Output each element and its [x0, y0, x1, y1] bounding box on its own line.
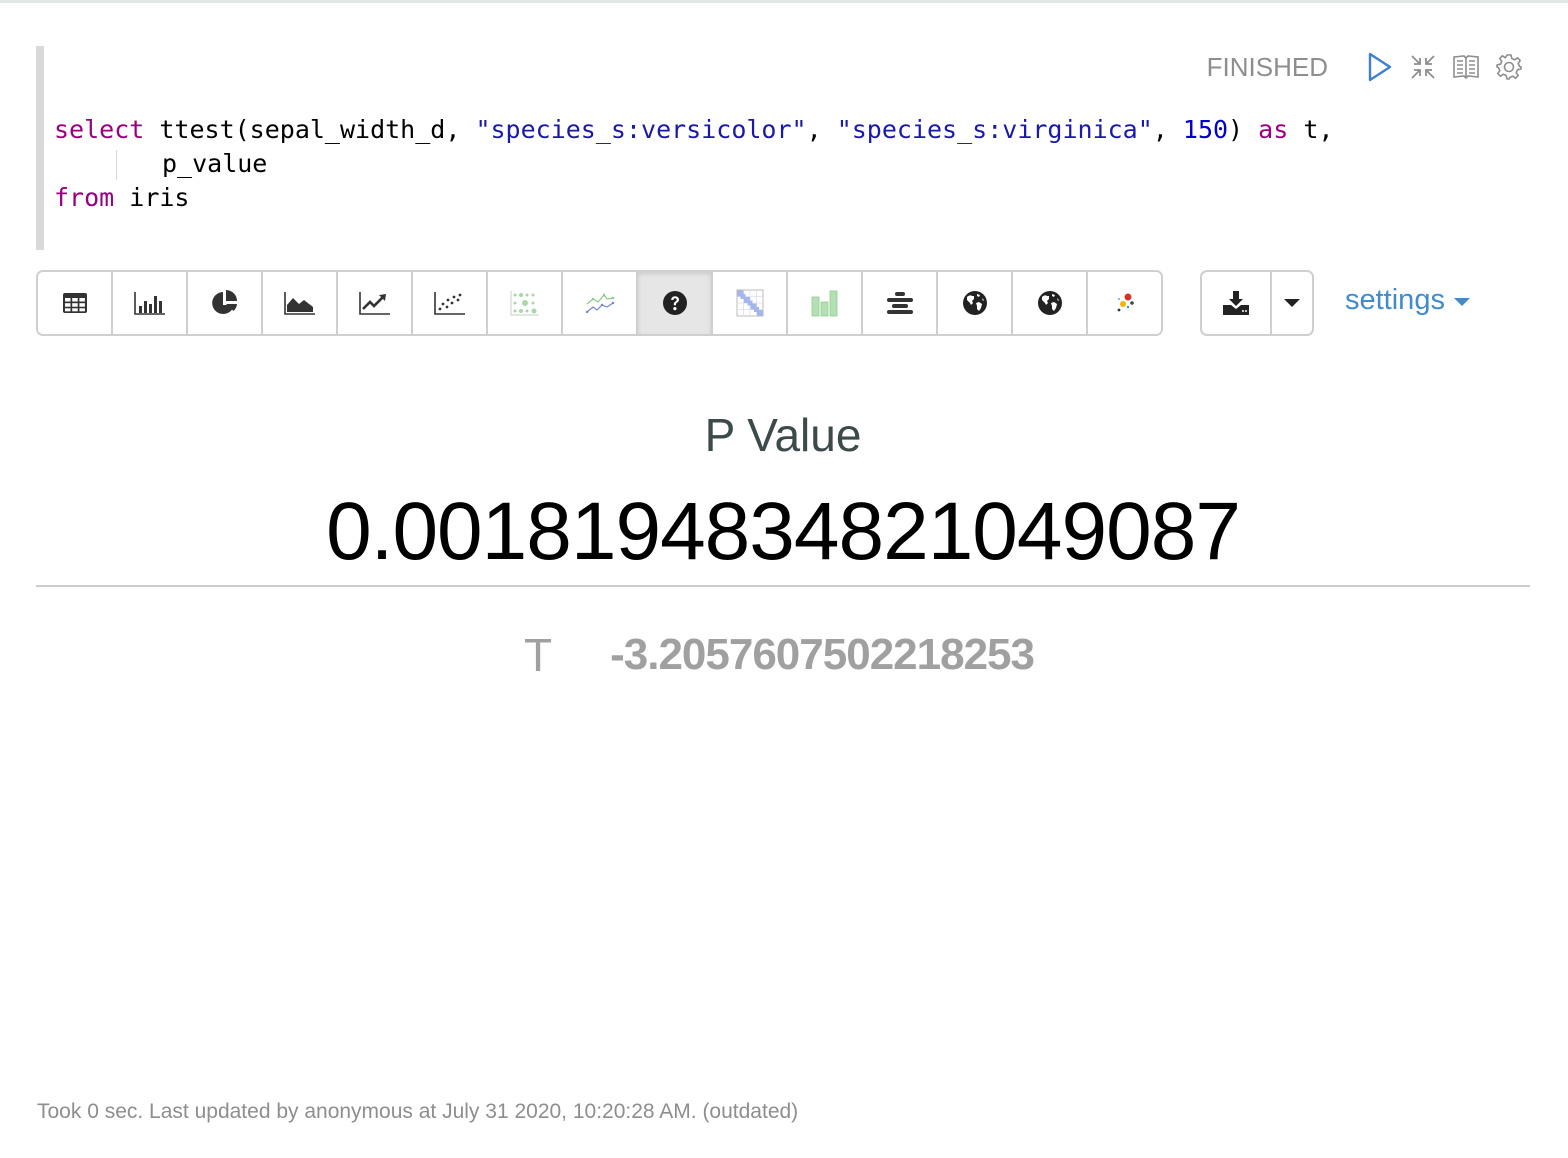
- indent-guide: [116, 150, 117, 180]
- multi-line-chart-icon: [585, 293, 614, 314]
- collapse-icon[interactable]: [1408, 52, 1438, 82]
- pie-chart-icon: [211, 290, 237, 314]
- globe-icon: [962, 291, 987, 315]
- notebook-paragraph: FINISHED select ttest(sepal_width_d, "sp…: [0, 0, 1568, 1158]
- keyword-as: as: [1258, 115, 1289, 144]
- status-label: FINISHED: [1206, 51, 1328, 82]
- viz-number-button[interactable]: [638, 272, 713, 334]
- viz-bubble-chart-button[interactable]: [488, 272, 563, 334]
- keyword-from: from: [54, 183, 115, 212]
- code-tail: t,: [1288, 115, 1334, 144]
- viz-funnel-button[interactable]: [863, 272, 938, 334]
- code-editor[interactable]: select ttest(sepal_width_d, "species_s:v…: [54, 113, 1333, 215]
- code-pvalue: p_value: [162, 149, 268, 178]
- viz-network-button[interactable]: [1088, 272, 1161, 334]
- question-circle-icon: [662, 291, 687, 315]
- visualization-toolbar: [36, 270, 1163, 336]
- download-button-group: [1200, 270, 1314, 336]
- viz-geo-heatmap-button[interactable]: [1013, 272, 1088, 334]
- scatter-chart-icon: [433, 292, 465, 315]
- primary-metric-value: 0.0018194834821049087: [326, 486, 1241, 577]
- viz-pie-chart-button[interactable]: [188, 272, 263, 334]
- table-icon: [62, 293, 87, 313]
- code-line-1: select ttest(sepal_width_d, "species_s:v…: [54, 115, 1333, 144]
- book-icon[interactable]: [1451, 52, 1481, 82]
- secondary-metric: T -3.2057607502218253: [0, 628, 1568, 682]
- secondary-metric-label: T: [524, 629, 553, 681]
- viz-multi-line-chart-button[interactable]: [563, 272, 638, 334]
- heatmap-icon: [736, 289, 763, 317]
- primary-metric-label: P Value: [704, 409, 862, 461]
- settings-dropdown[interactable]: settings: [1345, 284, 1470, 317]
- column-chart-icon: [811, 290, 837, 317]
- area-chart-icon: [283, 292, 315, 315]
- settings-label: settings: [1345, 284, 1445, 316]
- viz-column-chart-button[interactable]: [788, 272, 863, 334]
- code-func: ttest(sepal_width_d,: [144, 115, 476, 144]
- globe-icon: [1037, 291, 1062, 315]
- viz-heatmap-button[interactable]: [713, 272, 788, 334]
- secondary-metric-value: -3.2057607502218253: [610, 630, 1035, 679]
- code-table: iris: [114, 183, 190, 212]
- viz-map-button[interactable]: [938, 272, 1013, 334]
- bar-chart-icon: [133, 292, 165, 315]
- execution-footer: Took 0 sec. Last updated by anonymous at…: [37, 1100, 799, 1123]
- caret-down-icon: [1453, 297, 1470, 306]
- viz-area-chart-button[interactable]: [263, 272, 338, 334]
- line-chart-icon: [358, 292, 390, 315]
- number-result: P Value 0.0018194834821049087: [36, 400, 1530, 586]
- code-comma-1: ,: [806, 115, 837, 144]
- code-string-2: "species_s:virginica": [836, 115, 1153, 144]
- viz-table-button[interactable]: [38, 272, 113, 334]
- keyword-select: select: [54, 115, 145, 144]
- download-icon: [1223, 291, 1249, 315]
- viz-bar-chart-button[interactable]: [113, 272, 188, 334]
- funnel-icon: [886, 292, 913, 314]
- paragraph-controls: FINISHED: [1207, 50, 1524, 84]
- code-line-3: from iris: [54, 183, 189, 212]
- caret-down-icon: [1284, 299, 1300, 307]
- result-divider: [36, 585, 1530, 587]
- code-number: 150: [1182, 115, 1229, 144]
- viz-scatter-chart-button[interactable]: [413, 272, 488, 334]
- code-line-2: p_value: [54, 149, 268, 180]
- code-string-1: "species_s:versicolor": [475, 115, 807, 144]
- editor-focus-bar: [36, 46, 44, 250]
- gear-icon[interactable]: [1494, 52, 1524, 82]
- viz-line-chart-button[interactable]: [338, 272, 413, 334]
- code-close: ): [1228, 115, 1259, 144]
- code-comma-2: ,: [1152, 115, 1183, 144]
- download-options-dropdown[interactable]: [1272, 272, 1312, 334]
- bubble-chart-icon: [509, 291, 539, 316]
- download-button[interactable]: [1202, 272, 1272, 334]
- run-icon[interactable]: [1365, 52, 1395, 82]
- network-dots-icon: [1117, 293, 1134, 312]
